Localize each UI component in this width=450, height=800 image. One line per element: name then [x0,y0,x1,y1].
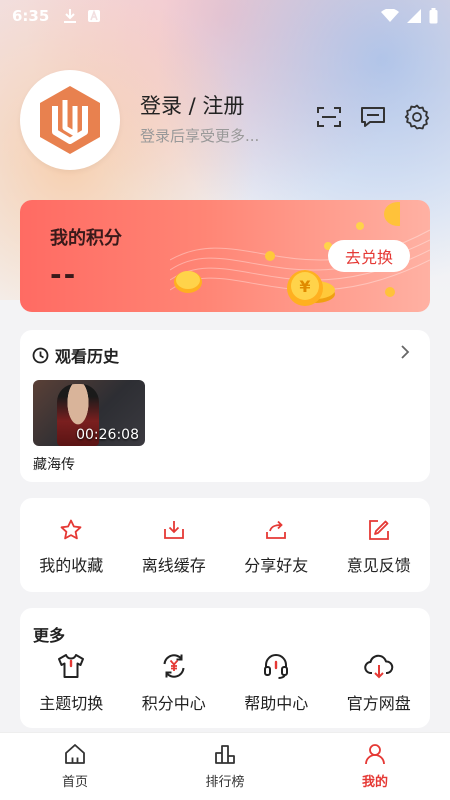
offline-cache-label: 离线缓存 [141,556,206,575]
login-subtitle: 登录后享受更多... [140,127,260,145]
status-time: 6:35 [12,7,50,25]
more-title: 更多 [33,626,66,645]
cloud-download-icon [364,654,393,679]
avatar[interactable] [20,70,120,170]
history-title: 观看历史 [55,347,120,366]
favorites-button[interactable]: 我的收藏 [20,498,123,592]
help-center-label: 帮助中心 [244,694,309,713]
home-icon [65,744,85,764]
points-refresh-icon [163,654,185,678]
feedback-label: 意见反馈 [346,556,411,575]
login-register-link[interactable]: 登录 / 注册 [140,90,244,120]
scan-button[interactable] [316,104,342,130]
gear-icon [404,104,430,130]
ranking-icon [215,745,235,764]
status-bar: 6:35 [0,0,450,32]
tab-home[interactable]: 首页 [0,733,150,800]
video-duration: 00:26:08 [76,427,139,443]
download-icon [163,521,184,539]
history-item-title[interactable]: 藏海传 [33,454,75,474]
edit-icon [368,520,389,540]
chevron-right-icon[interactable] [400,344,410,360]
headset-icon [264,654,289,679]
message-icon [361,107,385,127]
wifi-icon [381,9,399,22]
download-status-icon [64,9,77,23]
theme-switch-button[interactable]: 主题切换 [20,652,123,714]
scan-icon [317,107,341,127]
quick-actions-card: 我的收藏 离线缓存 分享好友 意见反馈 [20,498,430,592]
message-button[interactable] [360,104,386,130]
points-card[interactable]: ¥ 我的积分 -- 去兑换 [20,200,430,312]
share-icon [266,520,287,539]
points-title: 我的积分 [50,228,122,249]
tab-ranking[interactable]: 排行榜 [150,733,300,800]
official-cloud-label: 官方网盘 [346,694,411,713]
tab-mine-label: 我的 [361,775,388,790]
points-center-button[interactable]: 积分中心 [123,652,226,714]
battery-icon [429,8,438,24]
history-header[interactable]: 观看历史 [32,343,119,367]
points-value: -- [50,258,78,291]
help-center-button[interactable]: 帮助中心 [225,652,328,714]
favorites-label: 我的收藏 [39,556,104,575]
bottom-tab-bar: 首页 排行榜 我的 [0,732,450,800]
settings-button[interactable] [404,104,430,130]
official-cloud-button[interactable]: 官方网盘 [328,652,431,714]
tshirt-icon [58,654,85,678]
theme-switch-label: 主题切换 [39,694,104,713]
tab-home-label: 首页 [61,775,88,790]
clock-icon [32,347,49,363]
share-button[interactable]: 分享好友 [225,498,328,592]
points-center-label: 积分中心 [141,694,206,713]
signal-icon [407,9,421,23]
more-card: 更多 主题切换 积分中心 帮助中心 官方网盘 [20,608,430,728]
share-label: 分享好友 [244,556,309,575]
feedback-button[interactable]: 意见反馈 [328,498,431,592]
history-thumbnail[interactable]: 00:26:08 [33,380,145,446]
user-icon [365,744,385,765]
svg-text:¥: ¥ [299,277,310,296]
offline-cache-button[interactable]: 离线缓存 [123,498,226,592]
top-actions [316,104,430,130]
watch-history-card: 观看历史 00:26:08 藏海传 [20,330,430,482]
app-logo-icon [40,86,100,154]
notification-a-icon [88,9,101,22]
tab-ranking-label: 排行榜 [205,775,245,790]
star-icon [60,519,82,540]
redeem-button[interactable]: 去兑换 [328,240,410,272]
tab-mine[interactable]: 我的 [300,733,450,800]
